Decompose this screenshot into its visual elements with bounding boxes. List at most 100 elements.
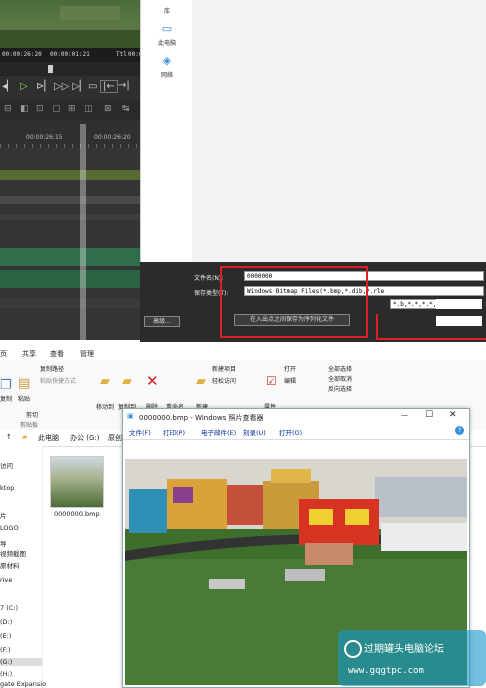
move-to-icon[interactable]: ▰ bbox=[100, 374, 110, 389]
minimize-icon[interactable]: — bbox=[401, 411, 408, 419]
nav-item[interactable]: 访问 bbox=[0, 460, 13, 470]
toolbar-icon-2[interactable]: ◧ bbox=[20, 104, 29, 114]
forum-watermark: 过期罐头电脑论坛 www.gqgtpc.com bbox=[338, 630, 486, 686]
tab-home[interactable]: 页 bbox=[0, 349, 7, 359]
audio-track-clip[interactable] bbox=[0, 270, 140, 288]
nav-item-network[interactable]: 网络 bbox=[141, 70, 193, 79]
tab-manage[interactable]: 管理 bbox=[80, 349, 94, 359]
file-name-label[interactable]: 0000000.bmp bbox=[54, 510, 100, 518]
toolbar-icon-4[interactable]: ▢ bbox=[52, 104, 61, 114]
dialog-file-list bbox=[192, 0, 486, 262]
nav-item[interactable]: rive bbox=[0, 576, 12, 584]
step-back-icon[interactable]: ◂▏ bbox=[2, 81, 15, 92]
filter-dropdown-arrow[interactable] bbox=[436, 299, 482, 309]
new-folder-icon[interactable]: ▰ bbox=[196, 374, 206, 389]
advanced-button[interactable]: 高级... bbox=[144, 316, 180, 327]
clipboard-group-label: 剪贴板 bbox=[20, 422, 39, 429]
properties-icon[interactable]: ☑ bbox=[266, 374, 277, 388]
audio-track-clip[interactable] bbox=[0, 248, 140, 266]
open-button[interactable]: 打开 bbox=[284, 364, 296, 373]
maximize-icon[interactable]: ☐ bbox=[425, 410, 433, 420]
timecode-total-label: Ttl bbox=[116, 51, 127, 58]
select-all-button[interactable]: 全部选择 bbox=[328, 364, 352, 373]
play-loop-icon[interactable]: ⊳▏ bbox=[36, 81, 52, 92]
mark-out-icon[interactable]: →| bbox=[118, 80, 130, 91]
timeline-tracks[interactable] bbox=[0, 148, 140, 340]
ruler-label: 00:00:26:20 bbox=[94, 134, 131, 141]
nav-item[interactable]: (F:) bbox=[0, 646, 11, 654]
copy-path-button[interactable]: 复制路径 bbox=[40, 364, 64, 373]
close-icon[interactable]: ✕ bbox=[449, 410, 457, 420]
playhead[interactable] bbox=[80, 124, 86, 340]
up-arrow-icon[interactable]: ↑ bbox=[6, 433, 12, 441]
track-row[interactable] bbox=[0, 214, 140, 220]
copy-icon[interactable]: ❐ bbox=[0, 378, 12, 393]
cut-button[interactable]: 剪切 bbox=[26, 410, 38, 419]
nav-item-this-pc[interactable]: 此电脑 bbox=[141, 38, 193, 47]
nav-item[interactable]: (H:) bbox=[0, 670, 12, 678]
nav-item[interactable]: 导 bbox=[0, 538, 7, 548]
toolbar-icon-5[interactable]: ⊞ bbox=[68, 104, 76, 114]
easy-access-button[interactable]: 轻松访问 bbox=[212, 376, 236, 385]
toolbar-icon-3[interactable]: ⊡ bbox=[36, 104, 44, 114]
paste-shortcut-button[interactable]: 粘贴快捷方式 bbox=[40, 376, 76, 385]
paste-label[interactable]: 粘贴 bbox=[18, 394, 30, 403]
tab-view[interactable]: 查看 bbox=[50, 349, 64, 359]
highlight-box bbox=[376, 314, 486, 340]
network-icon: ◈ bbox=[162, 54, 172, 67]
toolbar-icon-6[interactable]: ◫ bbox=[84, 104, 93, 114]
video-editor-panel: 00:00:26:20 00:00:01:21 Ttl 00:00: ◂▏ ▷ … bbox=[0, 0, 150, 340]
nav-item[interactable]: LOGO bbox=[0, 524, 19, 532]
copy-to-icon[interactable]: ▰ bbox=[122, 374, 132, 389]
edit-button[interactable]: 编辑 bbox=[284, 376, 296, 385]
nav-item-library[interactable]: 库 bbox=[141, 6, 193, 15]
menu-print[interactable]: 打印(P) bbox=[163, 427, 185, 437]
timeline-toolbar: ⊟ ◧ ⊡ ▢ ⊞ ◫ ⊠ ↹ bbox=[0, 100, 140, 120]
scrub-bar[interactable] bbox=[0, 62, 140, 76]
nav-item[interactable]: (E:) bbox=[0, 632, 11, 640]
paste-icon[interactable]: ▤ bbox=[18, 376, 30, 391]
filename-label: 文件名(N): bbox=[194, 275, 224, 282]
new-item-button[interactable]: 新建项目 bbox=[212, 364, 236, 373]
move-to-button[interactable]: 移动到 bbox=[96, 402, 114, 411]
select-none-button[interactable]: 全部取消 bbox=[328, 374, 352, 383]
toolbar-icon-1[interactable]: ⊟ bbox=[4, 104, 12, 114]
track-row[interactable] bbox=[0, 298, 140, 308]
ruler-label: 00:00:26:15 bbox=[26, 134, 63, 141]
breadcrumb-this-pc[interactable]: 此电脑 bbox=[38, 433, 59, 443]
nav-item[interactable]: (D:) bbox=[0, 618, 12, 626]
timeline-ruler[interactable]: 00:00:26:15 00:00:26:20 bbox=[0, 120, 140, 148]
menu-open[interactable]: 打开(O) bbox=[279, 427, 302, 437]
breadcrumb-drive[interactable]: 办公 (G:) bbox=[70, 433, 99, 443]
folder-icon: ▰ bbox=[22, 433, 28, 441]
menu-burn[interactable]: 刻录(U) bbox=[243, 427, 266, 437]
output-icon[interactable]: ▭ bbox=[88, 81, 97, 92]
menu-file[interactable]: 文件(F) bbox=[129, 427, 151, 437]
nav-item[interactable]: 原材料 bbox=[0, 560, 20, 570]
nav-item[interactable]: 视频截图 bbox=[0, 548, 26, 558]
play-icon[interactable]: ▷ bbox=[20, 81, 28, 92]
fast-forward-icon[interactable]: ▷▷ bbox=[54, 81, 69, 92]
toolbar-icon-8[interactable]: ↹ bbox=[122, 104, 130, 114]
scrub-handle[interactable] bbox=[48, 65, 53, 73]
track-row[interactable] bbox=[0, 196, 140, 204]
invert-selection-button[interactable]: 反向选择 bbox=[328, 384, 352, 393]
nav-item[interactable]: gate Expansio bbox=[0, 680, 46, 688]
tab-share[interactable]: 共享 bbox=[22, 349, 36, 359]
next-frame-icon[interactable]: ▷▏ bbox=[72, 81, 87, 92]
dialog-bottom-bar: 文件名(N): 0000000 保存类型(T): Windows Bitmap … bbox=[140, 262, 486, 342]
nav-pane: 访问 ktop 片 LOGO 导 视频截图 原材料 rive 7 (C:) (D… bbox=[0, 446, 46, 688]
delete-icon[interactable]: ✕ bbox=[146, 372, 159, 390]
file-thumbnail[interactable] bbox=[50, 456, 104, 508]
nav-item-selected[interactable]: (G:) bbox=[0, 658, 42, 666]
video-track-clip[interactable] bbox=[0, 170, 140, 180]
copy-label[interactable]: 复制 bbox=[0, 394, 12, 403]
help-icon[interactable]: ? bbox=[455, 426, 464, 435]
nav-item[interactable]: 7 (C:) bbox=[0, 604, 18, 612]
menu-email[interactable]: 电子邮件(E) bbox=[201, 427, 236, 437]
mark-in-icon[interactable]: |← bbox=[100, 80, 118, 93]
toolbar-icon-7[interactable]: ⊠ bbox=[104, 104, 112, 114]
transport-controls: ◂▏ ▷ ⊳▏ ▷▷ ▷▏ ▭ |← →| bbox=[0, 76, 140, 100]
nav-item[interactable]: 片 bbox=[0, 510, 7, 520]
nav-item[interactable]: ktop bbox=[0, 484, 14, 492]
